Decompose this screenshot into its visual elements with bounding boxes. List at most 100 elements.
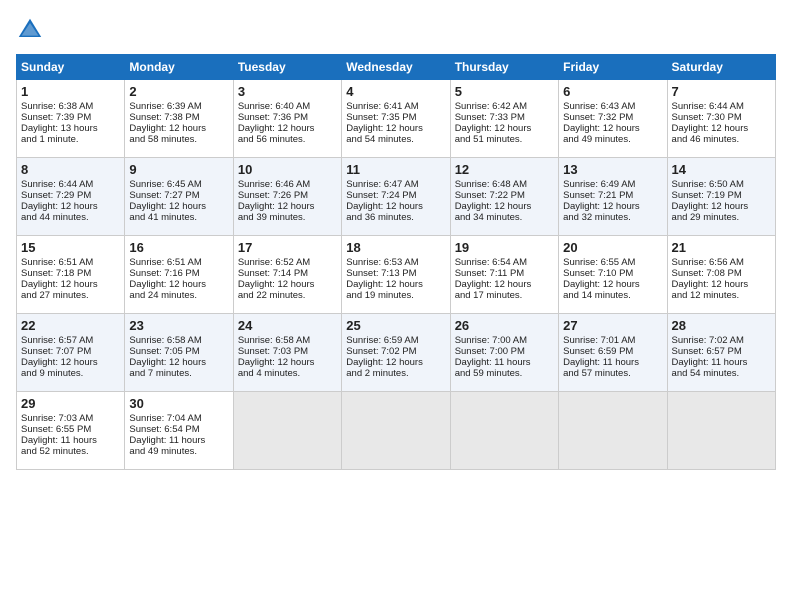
calendar-cell: 11Sunrise: 6:47 AMSunset: 7:24 PMDayligh… xyxy=(342,158,450,236)
day-info-line: Sunset: 7:21 PM xyxy=(563,190,662,201)
day-info-line: and 46 minutes. xyxy=(672,134,771,145)
day-info-line: Daylight: 11 hours xyxy=(672,357,771,368)
day-number: 28 xyxy=(672,318,771,333)
day-number: 10 xyxy=(238,162,337,177)
day-info-line: Sunset: 6:59 PM xyxy=(563,346,662,357)
calendar-cell: 3Sunrise: 6:40 AMSunset: 7:36 PMDaylight… xyxy=(233,80,341,158)
day-info-line: Daylight: 12 hours xyxy=(563,123,662,134)
day-info-line: Sunset: 7:02 PM xyxy=(346,346,445,357)
day-info-line: and 1 minute. xyxy=(21,134,120,145)
day-info-line: Sunset: 7:29 PM xyxy=(21,190,120,201)
calendar-cell: 17Sunrise: 6:52 AMSunset: 7:14 PMDayligh… xyxy=(233,236,341,314)
day-info-line: Sunrise: 6:53 AM xyxy=(346,257,445,268)
day-number: 18 xyxy=(346,240,445,255)
day-info-line: Sunrise: 6:43 AM xyxy=(563,101,662,112)
day-info-line: Sunrise: 6:45 AM xyxy=(129,179,228,190)
day-number: 22 xyxy=(21,318,120,333)
day-info-line: Daylight: 12 hours xyxy=(238,357,337,368)
day-info-line: Sunset: 6:54 PM xyxy=(129,424,228,435)
day-info-line: Sunrise: 7:01 AM xyxy=(563,335,662,346)
day-header-friday: Friday xyxy=(559,55,667,80)
day-number: 1 xyxy=(21,84,120,99)
calendar-cell: 22Sunrise: 6:57 AMSunset: 7:07 PMDayligh… xyxy=(17,314,125,392)
day-info-line: and 41 minutes. xyxy=(129,212,228,223)
day-info-line: Sunset: 7:03 PM xyxy=(238,346,337,357)
day-info-line: Sunset: 7:05 PM xyxy=(129,346,228,357)
day-info-line: Daylight: 12 hours xyxy=(21,357,120,368)
day-info-line: Sunset: 7:33 PM xyxy=(455,112,554,123)
day-header-tuesday: Tuesday xyxy=(233,55,341,80)
day-number: 24 xyxy=(238,318,337,333)
day-info-line: Sunset: 7:24 PM xyxy=(346,190,445,201)
day-number: 12 xyxy=(455,162,554,177)
calendar-cell: 19 Sunrise: 6:54 AMSunset: 7:11 PMDayligh… xyxy=(450,236,558,314)
day-info-line: and 57 minutes. xyxy=(563,368,662,379)
day-info-line: Daylight: 12 hours xyxy=(672,123,771,134)
day-info-line: and 34 minutes. xyxy=(455,212,554,223)
day-info-line: and 58 minutes. xyxy=(129,134,228,145)
page-header xyxy=(16,16,776,44)
day-info-line: Daylight: 12 hours xyxy=(346,201,445,212)
day-info-line: Daylight: 12 hours xyxy=(346,357,445,368)
day-info-line: Daylight: 13 hours xyxy=(21,123,120,134)
day-info-line: and 54 minutes. xyxy=(346,134,445,145)
day-info-line: Sunrise: 6:40 AM xyxy=(238,101,337,112)
day-info-line: and 39 minutes. xyxy=(238,212,337,223)
day-info-line: Sunrise: 6:42 AM xyxy=(455,101,554,112)
day-number: 15 xyxy=(21,240,120,255)
day-info-line: Sunrise: 7:02 AM xyxy=(672,335,771,346)
calendar-week-row: 15Sunrise: 6:51 AMSunset: 7:18 PMDayligh… xyxy=(17,236,776,314)
day-info-line: Daylight: 12 hours xyxy=(563,201,662,212)
day-info-line: Daylight: 12 hours xyxy=(455,279,554,290)
calendar-cell: 24Sunrise: 6:58 AMSunset: 7:03 PMDayligh… xyxy=(233,314,341,392)
day-info-line: Sunrise: 6:54 AM xyxy=(455,257,554,268)
calendar-table: SundayMondayTuesdayWednesdayThursdayFrid… xyxy=(16,54,776,470)
day-info-line: Sunset: 7:30 PM xyxy=(672,112,771,123)
day-info-line: Sunrise: 7:03 AM xyxy=(21,413,120,424)
day-info-line: Sunrise: 6:44 AM xyxy=(672,101,771,112)
day-number: 14 xyxy=(672,162,771,177)
day-info-line: Sunset: 7:39 PM xyxy=(21,112,120,123)
day-info-line: Daylight: 12 hours xyxy=(455,123,554,134)
day-info-line: Daylight: 12 hours xyxy=(563,279,662,290)
day-header-sunday: Sunday xyxy=(17,55,125,80)
day-info-line: Sunrise: 6:52 AM xyxy=(238,257,337,268)
calendar-cell: 14Sunrise: 6:50 AMSunset: 7:19 PMDayligh… xyxy=(667,158,775,236)
day-number: 13 xyxy=(563,162,662,177)
day-info-line: Sunrise: 6:49 AM xyxy=(563,179,662,190)
day-info-line: Sunrise: 6:59 AM xyxy=(346,335,445,346)
day-info-line: Sunrise: 7:04 AM xyxy=(129,413,228,424)
day-info-line: and 12 minutes. xyxy=(672,290,771,301)
day-info-line: Sunset: 7:35 PM xyxy=(346,112,445,123)
day-info-line: and 44 minutes. xyxy=(21,212,120,223)
day-header-saturday: Saturday xyxy=(667,55,775,80)
day-number: 19 xyxy=(455,240,554,255)
calendar-cell: 21Sunrise: 6:56 AMSunset: 7:08 PMDayligh… xyxy=(667,236,775,314)
day-info-line: and 2 minutes. xyxy=(346,368,445,379)
day-info-line: Daylight: 11 hours xyxy=(129,435,228,446)
day-info-line: Daylight: 12 hours xyxy=(21,201,120,212)
day-info-line: Sunset: 6:55 PM xyxy=(21,424,120,435)
day-info-line: Daylight: 12 hours xyxy=(455,201,554,212)
day-info-line: and 56 minutes. xyxy=(238,134,337,145)
day-header-wednesday: Wednesday xyxy=(342,55,450,80)
day-info-line: Sunset: 7:11 PM xyxy=(455,268,554,279)
calendar-cell: 9Sunrise: 6:45 AMSunset: 7:27 PMDaylight… xyxy=(125,158,233,236)
day-number: 25 xyxy=(346,318,445,333)
day-info-line: Daylight: 11 hours xyxy=(455,357,554,368)
day-info-line: Sunset: 7:13 PM xyxy=(346,268,445,279)
calendar-cell: 13 Sunrise: 6:49 AMSunset: 7:21 PMDayligh… xyxy=(559,158,667,236)
day-info-line: Sunrise: 6:41 AM xyxy=(346,101,445,112)
day-info-line: and 19 minutes. xyxy=(346,290,445,301)
day-number: 16 xyxy=(129,240,228,255)
calendar-cell: 28Sunrise: 7:02 AMSunset: 6:57 PMDayligh… xyxy=(667,314,775,392)
day-info-line: Sunrise: 6:47 AM xyxy=(346,179,445,190)
day-info-line: and 4 minutes. xyxy=(238,368,337,379)
day-info-line: and 59 minutes. xyxy=(455,368,554,379)
day-info-line: and 32 minutes. xyxy=(563,212,662,223)
day-info-line: and 14 minutes. xyxy=(563,290,662,301)
day-info-line: and 9 minutes. xyxy=(21,368,120,379)
day-number: 30 xyxy=(129,396,228,411)
day-number: 26 xyxy=(455,318,554,333)
calendar-cell: 30 Sunrise: 7:04 AMSunset: 6:54 PMDayligh… xyxy=(125,392,233,470)
